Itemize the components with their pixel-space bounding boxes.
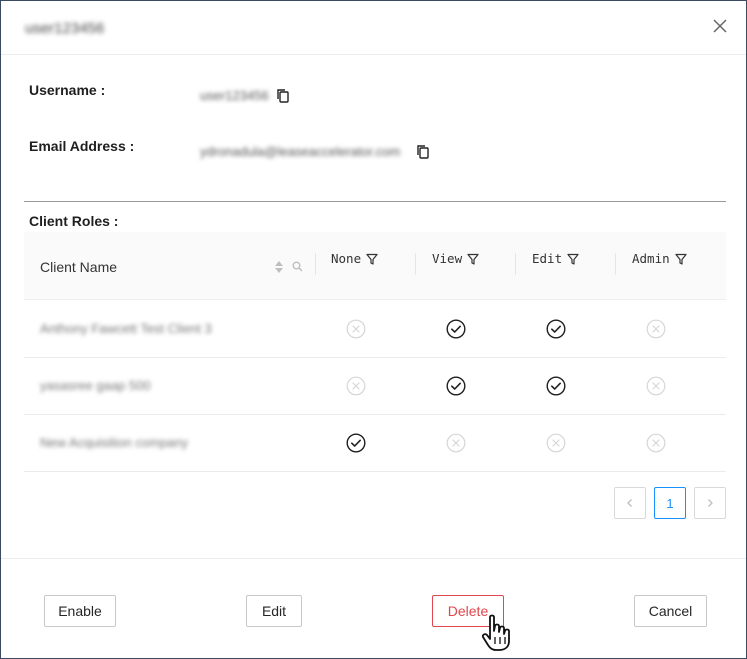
search-icon[interactable] [292,261,303,272]
edit-button[interactable]: Edit [246,595,302,627]
username-value: user123456 [200,88,269,103]
column-separator [315,253,316,275]
column-separator [515,253,516,275]
table-row: New Acquisition company [24,415,726,472]
column-admin-label: Admin [632,251,670,266]
prev-page-button[interactable] [614,487,646,519]
column-view: View [432,251,479,266]
dialog-header: user123456 [1,1,746,55]
close-circle-icon[interactable] [646,433,666,453]
chevron-right-icon [708,499,713,507]
filter-icon[interactable] [467,253,479,265]
client-roles-label: Client Roles : [29,213,119,229]
email-value: ydronadula@leaseaccelerator.com [200,144,401,159]
section-divider [24,201,726,202]
column-edit-label: Edit [532,251,563,266]
chevron-left-icon [627,499,632,507]
client-name-cell: New Acquisition company [40,435,189,450]
client-name-cell: Anthony Fawcett Test Client 3 [40,321,212,336]
check-circle-icon[interactable] [446,319,466,339]
check-circle-icon[interactable] [546,319,566,339]
roles-table-header: Client Name None View Edit Admin [24,232,726,300]
sort-icon[interactable] [274,260,284,274]
delete-button[interactable]: Delete [432,595,504,627]
close-icon[interactable] [711,17,729,35]
close-circle-icon[interactable] [646,376,666,396]
user-details-dialog: user123456 Username : user123456 Email A… [0,0,747,659]
column-admin: Admin [632,251,687,266]
column-view-label: View [432,251,463,266]
column-edit: Edit [532,251,579,266]
page-1-button[interactable]: 1 [654,487,686,519]
enable-button[interactable]: Enable [44,595,116,627]
close-circle-icon[interactable] [546,433,566,453]
filter-icon[interactable] [675,253,687,265]
cancel-button[interactable]: Cancel [634,595,707,627]
filter-icon[interactable] [567,253,579,265]
column-separator [415,253,416,275]
column-none: None [331,251,378,266]
next-page-button[interactable] [694,487,726,519]
column-none-label: None [331,251,362,266]
column-separator [615,253,616,275]
footer-divider [1,558,746,559]
check-circle-icon[interactable] [346,433,366,453]
dialog-title: user123456 [25,20,105,37]
close-circle-icon[interactable] [646,319,666,339]
copy-username-icon[interactable] [276,88,290,104]
filter-icon[interactable] [366,253,378,265]
close-circle-icon[interactable] [346,376,366,396]
table-row: Anthony Fawcett Test Client 3 [24,301,726,358]
username-label: Username : [29,82,106,98]
table-row: yasasree gaap 500 [24,358,726,415]
check-circle-icon[interactable] [546,376,566,396]
column-client-name: Client Name [40,259,118,275]
check-circle-icon[interactable] [446,376,466,396]
email-label: Email Address : [29,138,135,154]
copy-email-icon[interactable] [416,144,430,160]
close-circle-icon[interactable] [346,319,366,339]
client-name-cell: yasasree gaap 500 [40,378,151,393]
close-circle-icon[interactable] [446,433,466,453]
